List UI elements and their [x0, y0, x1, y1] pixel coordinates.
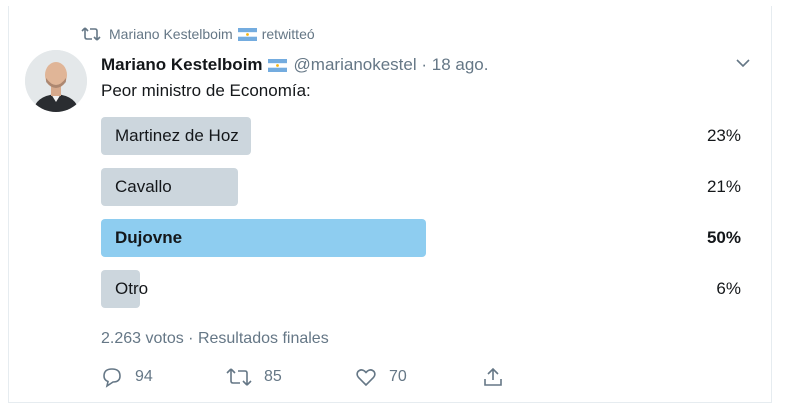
poll-percent: 50%	[706, 228, 741, 247]
poll-percent: 6%	[716, 279, 741, 298]
retweet-icon	[81, 27, 101, 41]
like-count: 70	[389, 368, 407, 385]
like-button[interactable]: 70	[355, 364, 407, 390]
poll-summary: 2.263 votos · Resultados finales	[101, 330, 329, 347]
author-name[interactable]: Mariano Kestelboim	[101, 55, 263, 75]
retweet-button[interactable]: 85	[226, 364, 282, 390]
reply-count: 94	[135, 368, 153, 385]
poll-option: Dujovne 50%	[101, 219, 741, 257]
retweet-icon	[226, 368, 252, 386]
poll-option: Cavallo 21%	[101, 168, 741, 206]
poll-label: Cavallo	[115, 177, 172, 196]
retweet-user[interactable]: Mariano Kestelboim	[109, 26, 233, 42]
heart-icon	[356, 369, 376, 387]
poll-percent: 23%	[706, 126, 741, 145]
share-button[interactable]	[482, 364, 516, 390]
argentina-flag-icon	[237, 27, 257, 41]
poll-option: Martinez de Hoz 23%	[101, 117, 741, 155]
tweet-header: Mariano Kestelboim @marianokestel · 18 a…	[101, 53, 488, 77]
chevron-down-icon[interactable]	[736, 58, 750, 68]
avatar[interactable]	[25, 50, 87, 112]
tweet-text: Peor ministro de Economía:	[101, 81, 311, 100]
poll-label: Martinez de Hoz	[115, 126, 239, 145]
author-handle-time[interactable]: @marianokestel · 18 ago.	[294, 55, 489, 75]
poll-percent: 21%	[706, 177, 741, 196]
share-icon	[484, 367, 502, 386]
poll-label: Dujovne	[115, 228, 183, 247]
retweet-context: Mariano Kestelboim retwitteó	[81, 24, 315, 44]
reply-icon	[103, 368, 121, 388]
argentina-flag-icon	[267, 58, 287, 72]
retweet-count: 85	[264, 368, 282, 385]
reply-button[interactable]: 94	[101, 364, 153, 390]
tweet-actions: 94 85 70	[101, 364, 521, 390]
retweet-action: retwitteó	[261, 26, 315, 42]
avatar-image	[25, 50, 87, 112]
poll-option: Otro 6%	[101, 270, 741, 308]
poll-label: Otro	[115, 279, 149, 298]
